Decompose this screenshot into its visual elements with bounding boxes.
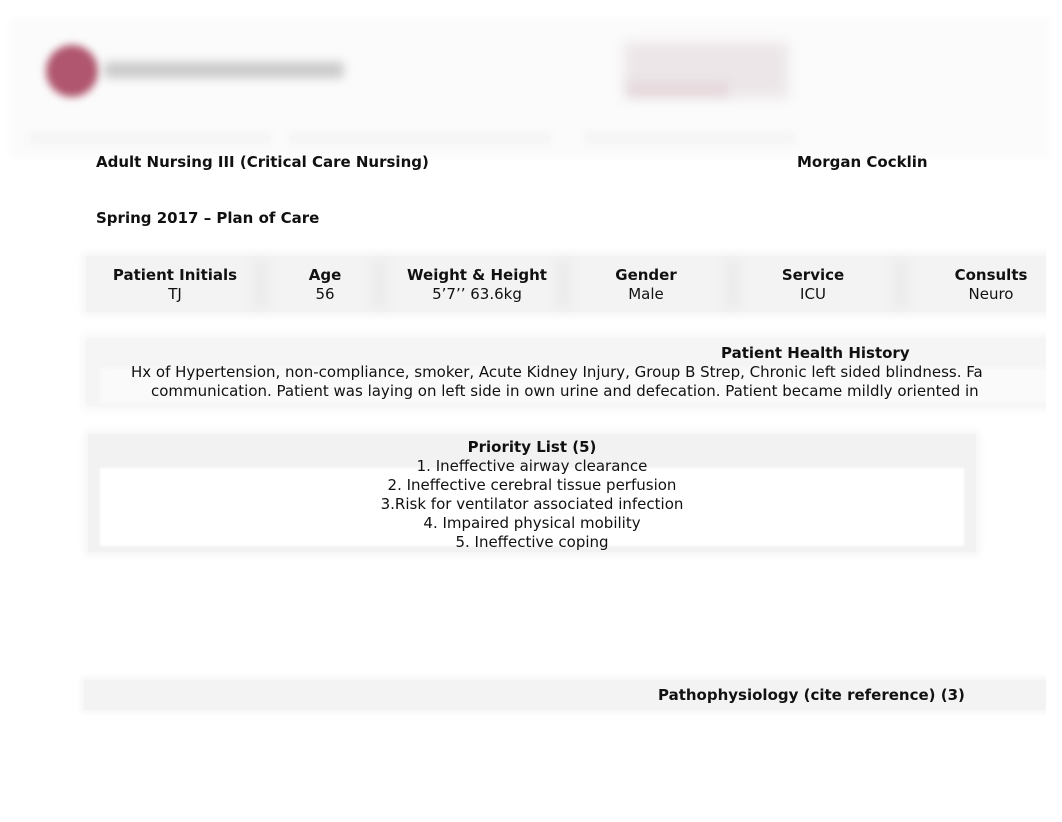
column-divider (726, 260, 740, 308)
column-header: Consults (954, 266, 1028, 284)
priority-list: Priority List (5) 1. Ineffective airway … (88, 438, 976, 552)
column-value: Neuro (968, 285, 1014, 303)
column-value: TJ (168, 285, 182, 303)
column-value: 5’7’’ 63.6kg (432, 285, 522, 303)
column-value: 56 (315, 285, 335, 303)
priority-item: 2. Ineffective cerebral tissue perfusion (387, 476, 677, 494)
health-history-title: Patient Health History (721, 344, 910, 362)
pathophysiology-title: Pathophysiology (cite reference) (3) (658, 686, 965, 704)
column-divider (556, 260, 570, 308)
health-history-line: Hx of Hypertension, non-compliance, smok… (131, 363, 983, 381)
column-header: Patient Initials (112, 266, 238, 284)
column-divider (372, 260, 386, 308)
priority-item: 5. Ineffective coping (455, 533, 609, 551)
service-cell: Service ICU (782, 266, 844, 304)
age-cell: Age 56 (309, 266, 342, 304)
gender-cell: Gender Male (615, 266, 676, 304)
priority-item: 3.Risk for ventilator associated infecti… (380, 495, 684, 513)
priority-list-title: Priority List (5) (467, 438, 597, 456)
weight-height-cell: Weight & Height 5’7’’ 63.6kg (407, 266, 547, 304)
column-header: Service (781, 266, 845, 284)
priority-item: 4. Impaired physical mobility (423, 514, 641, 532)
page-content-clip: Patient Initials TJ Age 56 Weight & Heig… (0, 0, 1046, 822)
health-history-line: communication. Patient was laying on lef… (151, 382, 979, 400)
column-value: ICU (800, 285, 826, 303)
patient-initials-cell: Patient Initials TJ (113, 266, 237, 304)
column-header: Age (308, 266, 342, 284)
priority-item: 1. Ineffective airway clearance (416, 457, 648, 475)
column-value: Male (628, 285, 664, 303)
column-header: Gender (615, 266, 677, 284)
column-divider (894, 260, 908, 308)
column-header: Weight & Height (407, 266, 547, 284)
column-divider (254, 260, 268, 308)
consults-cell: Consults Neuro (955, 266, 1028, 304)
